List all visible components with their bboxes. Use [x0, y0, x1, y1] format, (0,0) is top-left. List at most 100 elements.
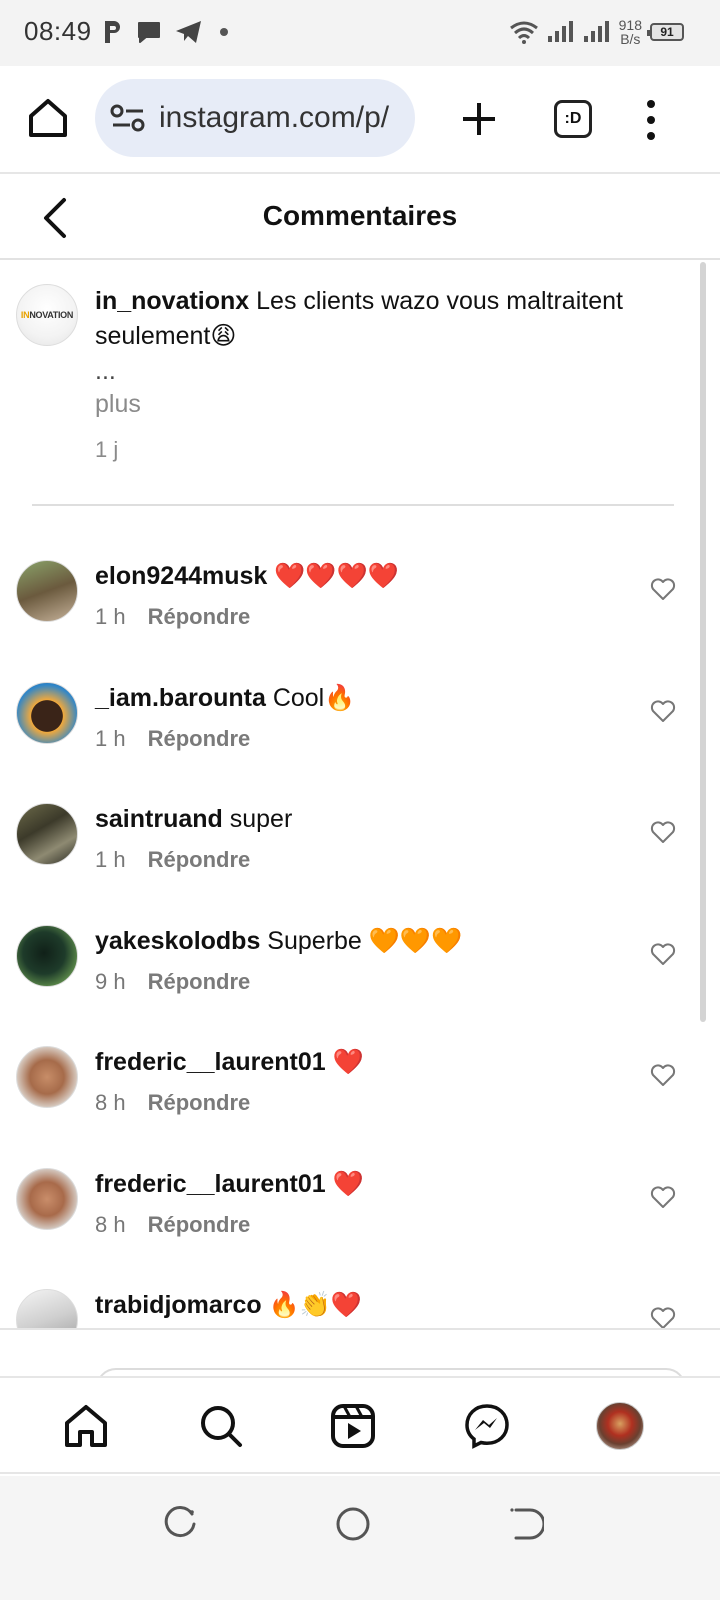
avatar[interactable] — [16, 1168, 78, 1230]
caption-body: in_novationx Les clients wazo vous maltr… — [95, 284, 685, 467]
caption-timestamp: 1 j — [95, 437, 119, 462]
comment-body: ❤️ — [325, 1170, 364, 1198]
avatar[interactable] — [16, 925, 78, 987]
comment-text: frederic__laurent01 ❤️ — [95, 1168, 364, 1200]
comment-username[interactable]: trabidjomarco — [95, 1291, 262, 1319]
heart-outline-icon[interactable] — [650, 1305, 676, 1328]
page-title: Commentaires — [262, 200, 458, 231]
heart-outline-icon[interactable] — [650, 819, 676, 845]
nav-search[interactable] — [197, 1402, 245, 1450]
comment-username[interactable]: frederic__laurent01 — [95, 1170, 326, 1198]
avatar[interactable]: INNOVATION — [16, 284, 78, 346]
notification-icons — [102, 14, 232, 50]
comment-username[interactable]: saintruand — [95, 805, 223, 833]
search-icon — [201, 1406, 242, 1447]
avatar[interactable] — [16, 803, 78, 865]
comment-meta: 1 h Répondre — [95, 604, 250, 630]
profile-avatar — [596, 1402, 644, 1450]
comment-text: elon9244musk ❤️❤️❤️❤️ — [95, 560, 399, 592]
new-tab-icon[interactable] — [460, 100, 498, 138]
comment-item: yakeskolodbs Superbe 🧡🧡🧡 9 h Répondre — [0, 925, 700, 1035]
avatar[interactable] — [16, 1289, 78, 1328]
nav-profile[interactable] — [596, 1402, 644, 1450]
heart-outline-icon[interactable] — [650, 941, 676, 967]
browser-home-icon[interactable] — [26, 96, 70, 140]
comment-body: ❤️❤️❤️❤️ — [267, 562, 399, 590]
comment-username[interactable]: frederic__laurent01 — [95, 1048, 326, 1076]
comment-meta: 9 h Répondre — [95, 969, 250, 995]
comment-meta: 8 h Répondre — [95, 1090, 250, 1116]
reply-button[interactable]: Répondre — [148, 969, 251, 994]
nav-reels[interactable] — [329, 1402, 377, 1450]
more-options-icon[interactable] — [640, 98, 662, 142]
comment-text: saintruand super — [95, 803, 292, 835]
comment-item: trabidjomarco 🔥👏❤️ — [0, 1289, 700, 1328]
comments-list[interactable]: INNOVATION in_novationx Les clients wazo… — [0, 262, 720, 1328]
system-navigation — [0, 1476, 720, 1600]
tab-switcher-button[interactable]: :D — [554, 100, 592, 138]
parking-app-icon — [105, 21, 120, 43]
heart-outline-icon[interactable] — [650, 698, 676, 724]
net-speed: 918 B/s — [618, 17, 642, 47]
comment-item: _iam.barounta Cool🔥 1 h Répondre — [0, 682, 700, 792]
comment-composer[interactable] — [0, 1328, 720, 1378]
comment-username[interactable]: elon9244musk — [95, 562, 267, 590]
comment-item: frederic__laurent01 ❤️ 8 h Répondre — [0, 1046, 700, 1156]
home-circle-icon[interactable] — [335, 1506, 371, 1542]
reels-icon — [331, 1404, 375, 1448]
comment-body: 🔥👏❤️ — [261, 1291, 363, 1319]
comment-time: 1 h — [95, 604, 126, 629]
brand-logo: INNOVATION — [20, 310, 74, 320]
comment-text: _iam.barounta Cool🔥 — [95, 682, 355, 714]
recent-apps-icon[interactable] — [162, 1506, 198, 1542]
comment-text: trabidjomarco 🔥👏❤️ — [95, 1289, 362, 1321]
avatar[interactable] — [16, 682, 78, 744]
dot-icon — [220, 28, 228, 36]
site-settings-icon[interactable] — [109, 103, 147, 133]
comment-body: Superbe 🧡🧡🧡 — [260, 927, 463, 955]
caption-ellipsis: ... — [95, 357, 116, 385]
signal-icon — [547, 21, 573, 42]
comment-username[interactable]: yakeskolodbs — [95, 927, 260, 955]
reply-button[interactable]: Répondre — [148, 847, 251, 872]
battery-indicator: 91 — [647, 23, 684, 41]
reply-button[interactable]: Répondre — [148, 726, 251, 751]
heart-outline-icon[interactable] — [650, 576, 676, 602]
comment-time: 1 h — [95, 726, 126, 751]
comment-time: 8 h — [95, 1212, 126, 1237]
comments-header: Commentaires — [0, 176, 720, 260]
messenger-icon — [465, 1404, 509, 1449]
status-time: 08:49 — [24, 16, 92, 46]
avatar[interactable] — [16, 560, 78, 622]
scrollbar[interactable] — [700, 262, 706, 1022]
heart-outline-icon[interactable] — [650, 1062, 676, 1088]
comment-text: yakeskolodbs Superbe 🧡🧡🧡 — [95, 925, 462, 957]
signal-icon-2 — [583, 21, 609, 42]
comment-username[interactable]: _iam.barounta — [95, 684, 266, 712]
comment-meta: 1 h Répondre — [95, 726, 250, 752]
comment-item: saintruand super 1 h Répondre — [0, 803, 700, 913]
comment-meta: 8 h Répondre — [95, 1212, 250, 1238]
reply-button[interactable]: Répondre — [148, 604, 251, 629]
comment-body: ❤️ — [325, 1048, 364, 1076]
comment-body: Cool🔥 — [265, 684, 356, 712]
more-link[interactable]: plus — [95, 387, 685, 422]
wifi-icon — [509, 21, 538, 44]
home-icon — [65, 1405, 107, 1447]
comment-time: 1 h — [95, 847, 126, 872]
heart-outline-icon[interactable] — [650, 1184, 676, 1210]
url-text: instagram.com/p/ — [159, 101, 390, 134]
comment-meta: 1 h Répondre — [95, 847, 250, 873]
nav-messenger[interactable] — [463, 1402, 511, 1450]
reply-button[interactable]: Répondre — [148, 1212, 251, 1237]
caption-username[interactable]: in_novationx — [95, 287, 249, 315]
back-gesture-icon[interactable] — [508, 1506, 544, 1542]
nav-home[interactable] — [62, 1402, 110, 1450]
browser-toolbar: instagram.com/p/ :D — [0, 66, 720, 174]
comment-time: 8 h — [95, 1090, 126, 1115]
comment-item: elon9244musk ❤️❤️❤️❤️ 1 h Répondre — [0, 560, 700, 670]
reply-button[interactable]: Répondre — [148, 1090, 251, 1115]
avatar[interactable] — [16, 1046, 78, 1108]
address-bar[interactable]: instagram.com/p/ — [95, 79, 415, 157]
telegram-icon — [176, 21, 201, 43]
